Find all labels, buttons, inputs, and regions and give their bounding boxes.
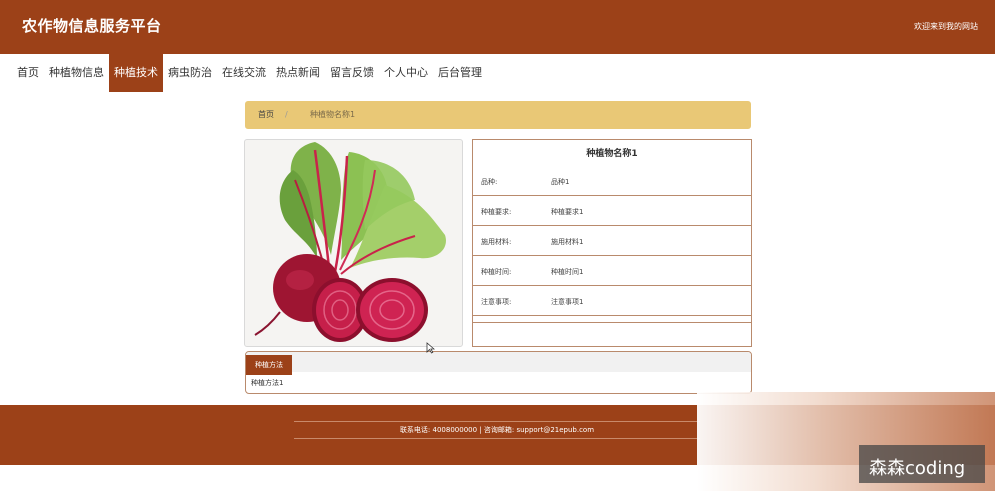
- breadcrumb-separator: /: [285, 110, 288, 119]
- detail-value: 种植时间1: [551, 268, 584, 276]
- mouse-cursor-icon: [426, 342, 435, 354]
- detail-title: 种植物名称1: [586, 149, 638, 159]
- beetroot-image: [254, 142, 446, 342]
- nav-item-online-chat[interactable]: 在线交流: [217, 54, 271, 92]
- breadcrumb-current: 种植物名称1: [310, 110, 356, 119]
- detail-label: 种植时间:: [481, 268, 512, 276]
- nav-item-hot-news[interactable]: 热点新闻: [271, 54, 325, 92]
- main-nav: 首页 种植物信息 种植技术 病虫防治 在线交流 热点新闻 留言反馈 个人中心 后…: [12, 54, 487, 92]
- breadcrumb-home-link[interactable]: 首页: [258, 101, 274, 129]
- breadcrumb: 首页 / 种植物名称1: [245, 101, 751, 129]
- welcome-text: 欢迎来到我的网站: [914, 22, 978, 31]
- detail-row-notes: 注意事项: 注意事项1: [473, 286, 751, 316]
- detail-row-requirements: 种植要求: 种植要求1: [473, 196, 751, 226]
- footer-divider-top: [294, 421, 700, 422]
- tab-header: 种植方法: [246, 352, 751, 375]
- watermark: 森森coding: [859, 445, 985, 483]
- detail-value: 品种1: [551, 178, 570, 186]
- detail-info-table: 种植物名称1 品种: 品种1 种植要求: 种植要求1 施用材料: 施用材料1 种…: [472, 139, 752, 347]
- tab-planting-method[interactable]: 种植方法: [246, 355, 292, 375]
- product-image-frame: [244, 139, 463, 347]
- detail-row-empty: [473, 316, 751, 323]
- nav-item-profile[interactable]: 个人中心: [379, 54, 433, 92]
- nav-item-plant-info[interactable]: 种植物信息: [44, 54, 109, 92]
- detail-value: 施用材料1: [551, 238, 584, 246]
- detail-value: 注意事项1: [551, 298, 584, 306]
- nav-item-planting-tech[interactable]: 种植技术: [109, 54, 163, 92]
- detail-label: 种植要求:: [481, 208, 512, 216]
- detail-label: 品种:: [481, 178, 498, 186]
- tab-content: 种植方法1: [251, 379, 284, 387]
- nav-item-pest-control[interactable]: 病虫防治: [163, 54, 217, 92]
- detail-row-time: 种植时间: 种植时间1: [473, 256, 751, 286]
- detail-value: 种植要求1: [551, 208, 584, 216]
- site-title: 农作物信息服务平台: [22, 17, 162, 35]
- detail-label: 施用材料:: [481, 238, 512, 246]
- nav-item-home[interactable]: 首页: [12, 54, 44, 92]
- site-header: 农作物信息服务平台 欢迎来到我的网站: [0, 0, 995, 54]
- detail-label: 注意事项:: [481, 298, 512, 306]
- footer-contact: 联系电话: 4008000000 | 咨询邮箱: support@21epub.…: [399, 426, 595, 434]
- detail-row-variety: 品种: 品种1: [473, 166, 751, 196]
- method-tabs-panel: 种植方法 种植方法1: [245, 351, 752, 394]
- nav-item-feedback[interactable]: 留言反馈: [325, 54, 379, 92]
- nav-item-admin[interactable]: 后台管理: [433, 54, 487, 92]
- detail-row-materials: 施用材料: 施用材料1: [473, 226, 751, 256]
- footer-divider-bottom: [294, 438, 700, 439]
- watermark-text: 森森coding: [869, 458, 966, 479]
